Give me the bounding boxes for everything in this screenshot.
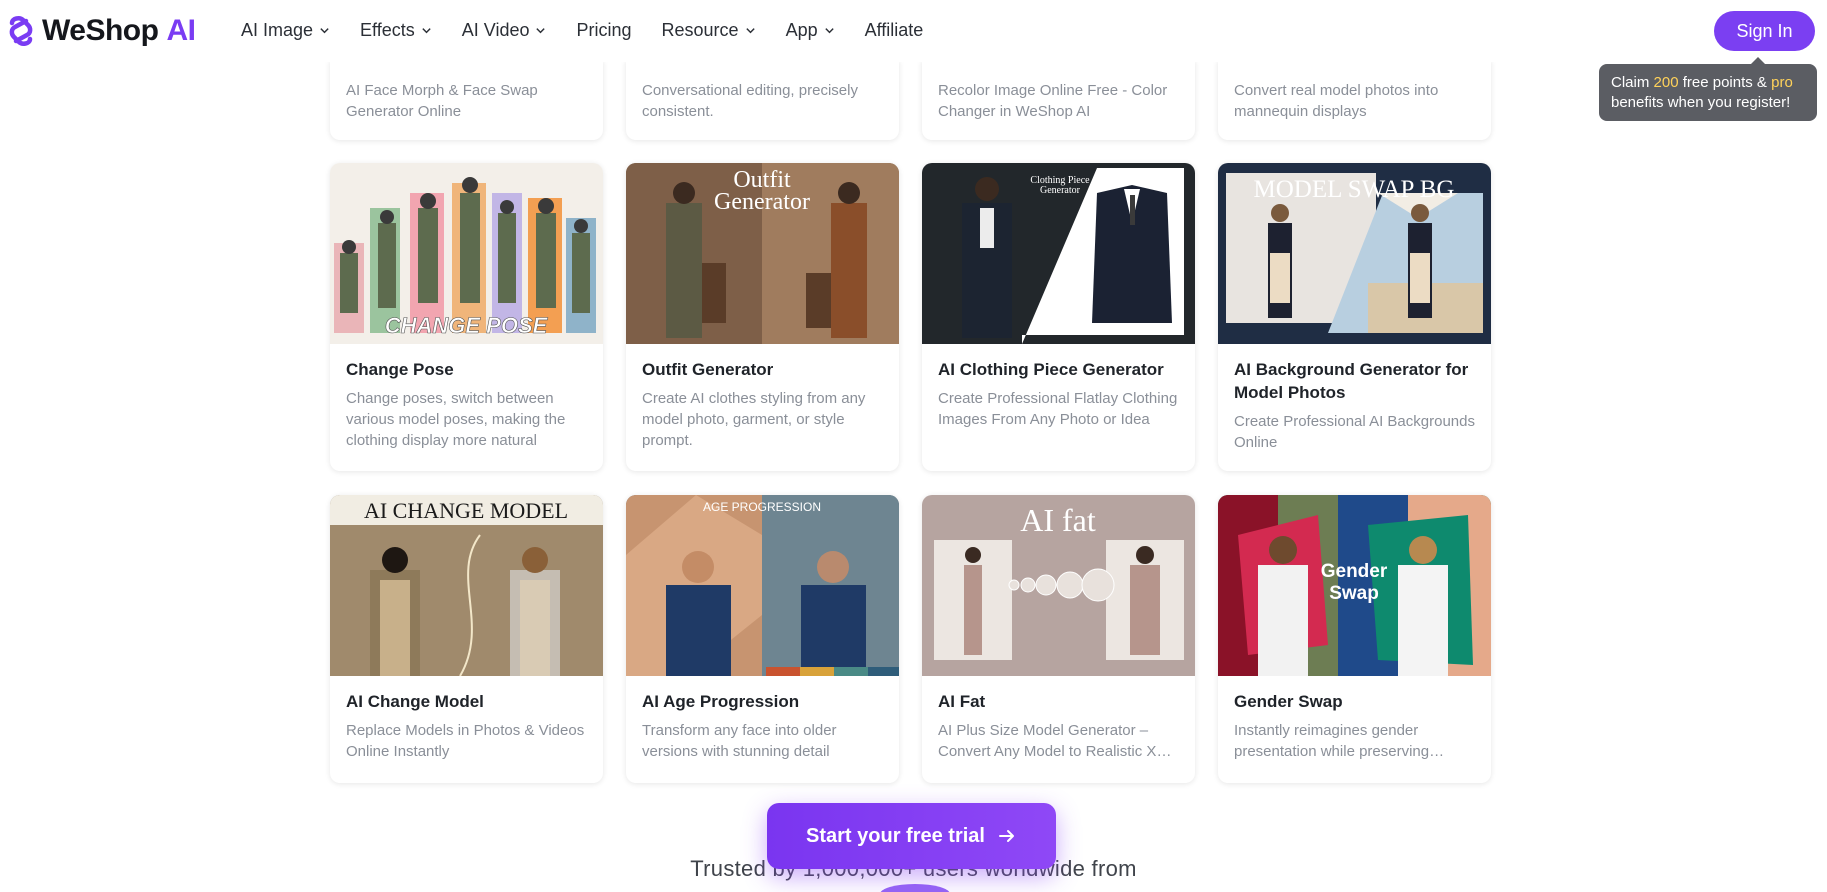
chevron-down-icon bbox=[824, 28, 834, 34]
tool-card-change-model[interactable]: AI CHANGE MODEL AI Change Model Replace … bbox=[330, 495, 603, 783]
card-description: Change poses, switch between various mod… bbox=[346, 390, 566, 449]
weshop-logo-icon bbox=[9, 16, 33, 46]
card-description: Replace Models in Photos & Videos Online… bbox=[346, 722, 585, 760]
card-title: Change Pose bbox=[346, 360, 454, 379]
card-description: Instantly reimagines gender presentation… bbox=[1234, 722, 1430, 760]
brand-name: WeShop AI bbox=[42, 14, 196, 47]
svg-text:CHANGE POSE: CHANGE POSE bbox=[385, 313, 549, 338]
card-description: Create Professional Flatlay Clothing Ima… bbox=[938, 390, 1178, 428]
tool-card-age-progression[interactable]: AGE PROGRESSION AI Age Progression Trans… bbox=[626, 495, 899, 783]
card-title: Outfit Generator bbox=[642, 360, 774, 379]
svg-text:AI CHANGE MODEL: AI CHANGE MODEL bbox=[364, 498, 568, 523]
nav-ai-image[interactable]: AI Image bbox=[241, 20, 330, 41]
page: WeShop AI AI Image Effects AI Video Prici… bbox=[0, 0, 1827, 892]
nav-app[interactable]: App bbox=[786, 20, 835, 41]
svg-text:Generator: Generator bbox=[714, 189, 810, 215]
svg-text:Gender: Gender bbox=[1321, 561, 1388, 582]
tool-card-partial-1[interactable]: AI Face Morph & Face Swap Generator Onli… bbox=[330, 60, 603, 140]
nav-resource[interactable]: Resource bbox=[662, 20, 756, 41]
top-navbar: WeShop AI AI Image Effects AI Video Prici… bbox=[0, 0, 1827, 62]
tool-card-partial-2[interactable]: Conversational editing, precisely consis… bbox=[626, 60, 899, 140]
nav-ai-video[interactable]: AI Video bbox=[462, 20, 547, 41]
card-thumbnail: CHANGE POSE bbox=[330, 163, 603, 344]
card-thumbnail: MODEL SWAP BG bbox=[1218, 163, 1491, 344]
card-thumbnail: AI CHANGE MODEL bbox=[330, 495, 603, 676]
tool-card-outfit-generator[interactable]: Outfit Generator Outfit Generator Create… bbox=[626, 163, 899, 471]
register-promo-tooltip: Claim 200 free points & pro benefits whe… bbox=[1599, 57, 1817, 121]
chevron-down-icon bbox=[745, 28, 755, 34]
card-thumbnail: Clothing Piece Generator bbox=[922, 163, 1195, 344]
tool-card-clothing-piece-generator[interactable]: Clothing Piece Generator AI Clothing Pie… bbox=[922, 163, 1195, 471]
card-thumbnail: AI fat bbox=[922, 495, 1195, 676]
card-description: Create AI clothes styling from any model… bbox=[642, 390, 866, 449]
tool-card-background-generator[interactable]: MODEL SWAP BG AI Background Generator fo… bbox=[1218, 163, 1491, 471]
tool-card-change-pose[interactable]: CHANGE POSE Change Pose Change poses, sw… bbox=[330, 163, 603, 471]
sign-in-button[interactable]: Sign In bbox=[1714, 11, 1815, 51]
card-description: Convert real model photos into mannequin… bbox=[1234, 82, 1439, 120]
nav-affiliate[interactable]: Affiliate bbox=[865, 20, 924, 41]
svg-text:MODEL SWAP BG: MODEL SWAP BG bbox=[1254, 176, 1455, 203]
brand-logo[interactable]: WeShop AI bbox=[4, 14, 196, 48]
card-title: AI Age Progression bbox=[642, 692, 800, 711]
nav-pricing[interactable]: Pricing bbox=[576, 20, 631, 41]
svg-text:AGE PROGRESSION: AGE PROGRESSION bbox=[703, 500, 821, 514]
card-title: AI Background Generator for Model Photos bbox=[1234, 360, 1469, 402]
card-description: Create Professional AI Backgrounds Onlin… bbox=[1234, 413, 1475, 451]
chevron-down-icon bbox=[422, 28, 431, 34]
card-description: Transform any face into older versions w… bbox=[642, 722, 837, 760]
chevron-down-icon bbox=[536, 28, 546, 34]
tool-card-gender-swap[interactable]: Gender Swap Gender Swap Instantly reimag… bbox=[1218, 495, 1491, 783]
card-description: AI Plus Size Model Generator – Convert A… bbox=[938, 722, 1165, 760]
card-title: AI Change Model bbox=[346, 692, 484, 711]
svg-text:Generator: Generator bbox=[1040, 185, 1081, 196]
tool-card-partial-3[interactable]: Recolor Image Online Free - Color Change… bbox=[922, 60, 1195, 140]
svg-text:AI fat: AI fat bbox=[1020, 502, 1096, 538]
main-nav: AI Image Effects AI Video Pricing Resour… bbox=[241, 20, 953, 41]
tool-card-ai-fat[interactable]: AI fat AI Fat AI Plus Size Model Generat… bbox=[922, 495, 1195, 783]
card-description: Recolor Image Online Free - Color Change… bbox=[938, 82, 1168, 120]
card-title: Gender Swap bbox=[1234, 692, 1343, 711]
card-description: Conversational editing, precisely consis… bbox=[642, 82, 858, 120]
decorative-glow bbox=[880, 884, 950, 892]
nav-effects[interactable]: Effects bbox=[360, 20, 432, 41]
svg-text:Swap: Swap bbox=[1329, 583, 1379, 604]
start-free-trial-button[interactable]: Start your free trial bbox=[767, 803, 1056, 869]
card-thumbnail: Outfit Generator bbox=[626, 163, 899, 344]
card-thumbnail: AGE PROGRESSION bbox=[626, 495, 899, 676]
card-thumbnail: Gender Swap bbox=[1218, 495, 1491, 676]
chevron-down-icon bbox=[320, 28, 329, 34]
card-description: AI Face Morph & Face Swap Generator Onli… bbox=[346, 82, 538, 120]
arrow-right-icon bbox=[998, 830, 1014, 842]
card-title: AI Fat bbox=[938, 692, 986, 711]
tool-card-partial-4[interactable]: Convert real model photos into mannequin… bbox=[1218, 60, 1491, 140]
card-title: AI Clothing Piece Generator bbox=[938, 360, 1164, 379]
